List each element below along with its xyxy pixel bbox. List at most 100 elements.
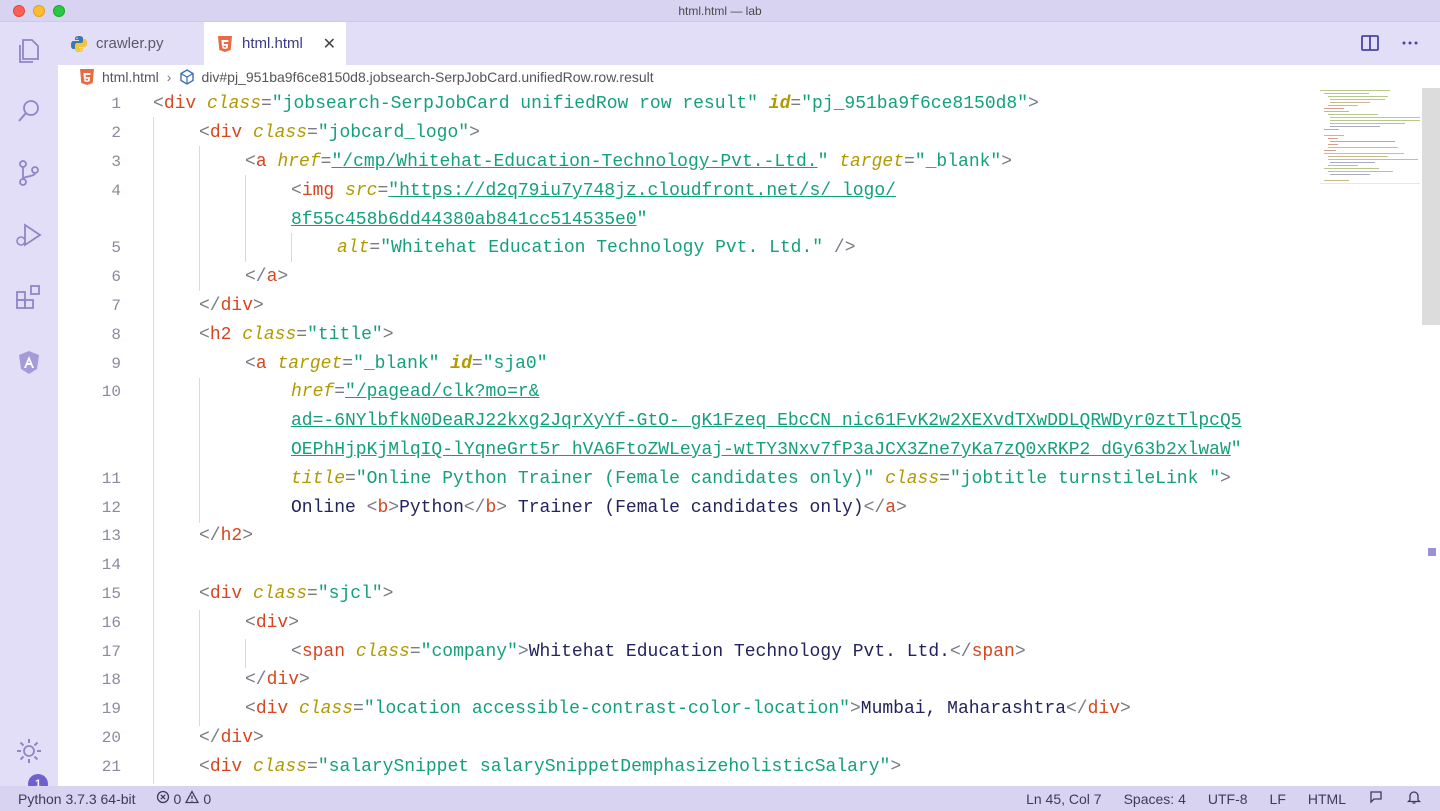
line-number: 18 <box>101 671 121 689</box>
error-count: 0 <box>173 790 182 807</box>
more-actions-icon[interactable] <box>1400 33 1420 53</box>
line-number: 12 <box>101 499 121 517</box>
code-editor[interactable]: 1 2 3 4 5 6 7 8 9 10 11 12 13 14 15 16 1… <box>58 88 1320 786</box>
status-bar: Python 3.7.3 64-bit 0 0 Ln 45, Col 7 Spa… <box>0 786 1440 811</box>
angular-icon[interactable] <box>14 348 44 378</box>
tab-html-html[interactable]: html.html ✕ <box>204 22 346 65</box>
cursor-position[interactable]: Ln 45, Col 7 <box>1026 791 1102 807</box>
code-line-13: </h2> <box>199 526 254 546</box>
code-line-15: <div class="sjcl"> <box>199 584 394 604</box>
line-number: 10 <box>101 383 121 401</box>
code-line-6: </a> <box>245 267 289 287</box>
gear-icon[interactable] <box>14 736 44 766</box>
src-link[interactable]: 8f55c458b6dd44380ab841cc514535e0 <box>291 210 637 230</box>
indent-guide <box>245 639 246 668</box>
code-line-11: title="Online Python Trainer (Female can… <box>291 469 1231 489</box>
line-number: 20 <box>101 729 121 747</box>
href-link[interactable]: OEPhHjpKjMlqIQ-lYqneGrt5r_hVA6FtoZWLeyaj… <box>291 440 1231 460</box>
indent-guide <box>199 610 200 726</box>
code-line-18: </div> <box>245 670 310 690</box>
line-number: 13 <box>101 527 121 545</box>
code-line-10-wrap: OEPhHjpKjMlqIQ-lYqneGrt5r_hVA6FtoZWLeyaj… <box>291 440 1242 460</box>
activity-bar: 1 <box>0 22 58 794</box>
code-line-10-wrap: ad=-6NYlbfkN0DeaRJ22kxg2JqrXyYf-GtO-_gK1… <box>291 407 1242 436</box>
line-number: 19 <box>101 700 121 718</box>
code-line-19: <div class="location accessible-contrast… <box>245 699 1131 719</box>
code-line-8: <h2 class="title"> <box>199 325 394 345</box>
editor-actions <box>1360 33 1420 53</box>
feedback-icon[interactable] <box>1368 789 1384 808</box>
source-control-icon[interactable] <box>14 158 44 188</box>
line-number: 1 <box>111 95 121 113</box>
chevron-right-icon: › <box>166 69 172 85</box>
indentation[interactable]: Spaces: 4 <box>1124 791 1186 807</box>
code-line-12: Online <b>Python</b> Trainer (Female can… <box>291 498 907 518</box>
line-number: 5 <box>111 239 121 257</box>
line-number: 21 <box>101 758 121 776</box>
href-link[interactable]: /pagead/clk?mo=r& <box>356 382 540 402</box>
line-number: 7 <box>111 297 121 315</box>
search-icon[interactable] <box>14 96 44 126</box>
symbol-icon <box>179 69 195 85</box>
code-line-21: <div class="salarySnippet salarySnippetD… <box>199 757 902 777</box>
tab-label: html.html <box>242 35 303 52</box>
close-icon[interactable]: ✕ <box>323 34 336 54</box>
tab-label: crawler.py <box>96 35 164 52</box>
breadcrumb-symbol[interactable]: div#pj_951ba9f6ce8150d8.jobsearch-SerpJo… <box>201 69 653 85</box>
line-number: 6 <box>111 268 121 286</box>
code-line-4: <img src="https://d2q79iu7y748jz.cloudfr… <box>291 181 896 201</box>
vertical-scrollbar[interactable] <box>1422 88 1440 325</box>
line-number: 2 <box>111 124 121 142</box>
line-number: 3 <box>111 153 121 171</box>
notifications-icon[interactable] <box>1406 789 1422 808</box>
python-icon <box>70 35 88 53</box>
code-line-5: alt="Whitehat Education Technology Pvt. … <box>337 238 856 258</box>
line-number: 11 <box>101 470 121 488</box>
python-interpreter[interactable]: Python 3.7.3 64-bit <box>18 791 136 807</box>
code-line-1: <div class="jobsearch-SerpJobCard unifie… <box>153 94 1039 114</box>
warning-icon <box>185 790 200 807</box>
indent-guide <box>153 117 154 784</box>
warning-count: 0 <box>203 790 212 807</box>
explorer-icon[interactable] <box>14 36 44 66</box>
code-line-2: <div class="jobcard_logo"> <box>199 123 480 143</box>
indent-guide <box>245 175 246 262</box>
title-bar: html.html — lab <box>0 0 1440 22</box>
indent-guide <box>199 146 200 291</box>
tab-bar: crawler.py html.html ✕ <box>58 22 1440 65</box>
tab-crawler-py[interactable]: crawler.py <box>58 22 202 65</box>
href-link[interactable]: ad=-6NYlbfkN0DeaRJ22kxg2JqrXyYf-GtO-_gK1… <box>291 411 1242 431</box>
scroll-marker <box>1428 548 1436 556</box>
line-number: 15 <box>101 585 121 603</box>
code-line-7: </div> <box>199 296 264 316</box>
minimap[interactable] <box>1320 88 1420 188</box>
line-number: 8 <box>111 326 121 344</box>
line-ending[interactable]: LF <box>1270 791 1286 807</box>
line-number: 9 <box>111 355 121 373</box>
line-number: 4 <box>111 182 121 200</box>
encoding[interactable]: UTF-8 <box>1208 791 1248 807</box>
code-line-3: <a href="/cmp/Whitehat-Education-Technol… <box>245 152 1013 172</box>
href-link[interactable]: /cmp/Whitehat-Education-Technology-Pvt.-… <box>342 152 817 172</box>
line-number: 16 <box>101 614 121 632</box>
run-debug-icon[interactable] <box>14 220 44 250</box>
line-number: 14 <box>101 556 121 574</box>
html5-icon <box>216 35 234 53</box>
split-editor-icon[interactable] <box>1360 33 1380 53</box>
window-title: html.html — lab <box>678 4 762 18</box>
code-line-17: <span class="company">Whitehat Education… <box>291 642 1026 662</box>
line-number: 17 <box>101 643 121 661</box>
code-line-20: </div> <box>199 728 264 748</box>
language-mode[interactable]: HTML <box>1308 791 1346 807</box>
extensions-icon[interactable] <box>14 282 44 312</box>
problems-indicator[interactable]: 0 0 <box>156 790 212 807</box>
code-line-10: href="/pagead/clk?mo=r& <box>291 382 540 402</box>
src-link[interactable]: https://d2q79iu7y748jz.cloudfront.net/s/… <box>399 181 896 201</box>
html5-icon <box>78 68 96 86</box>
indent-guide <box>199 378 200 523</box>
code-line-9: <a target="_blank" id="sja0" <box>245 354 548 374</box>
breadcrumb-file[interactable]: html.html <box>102 69 159 85</box>
code-line-16: <div> <box>245 613 300 633</box>
indent-guide <box>291 233 292 262</box>
error-icon <box>156 790 170 807</box>
